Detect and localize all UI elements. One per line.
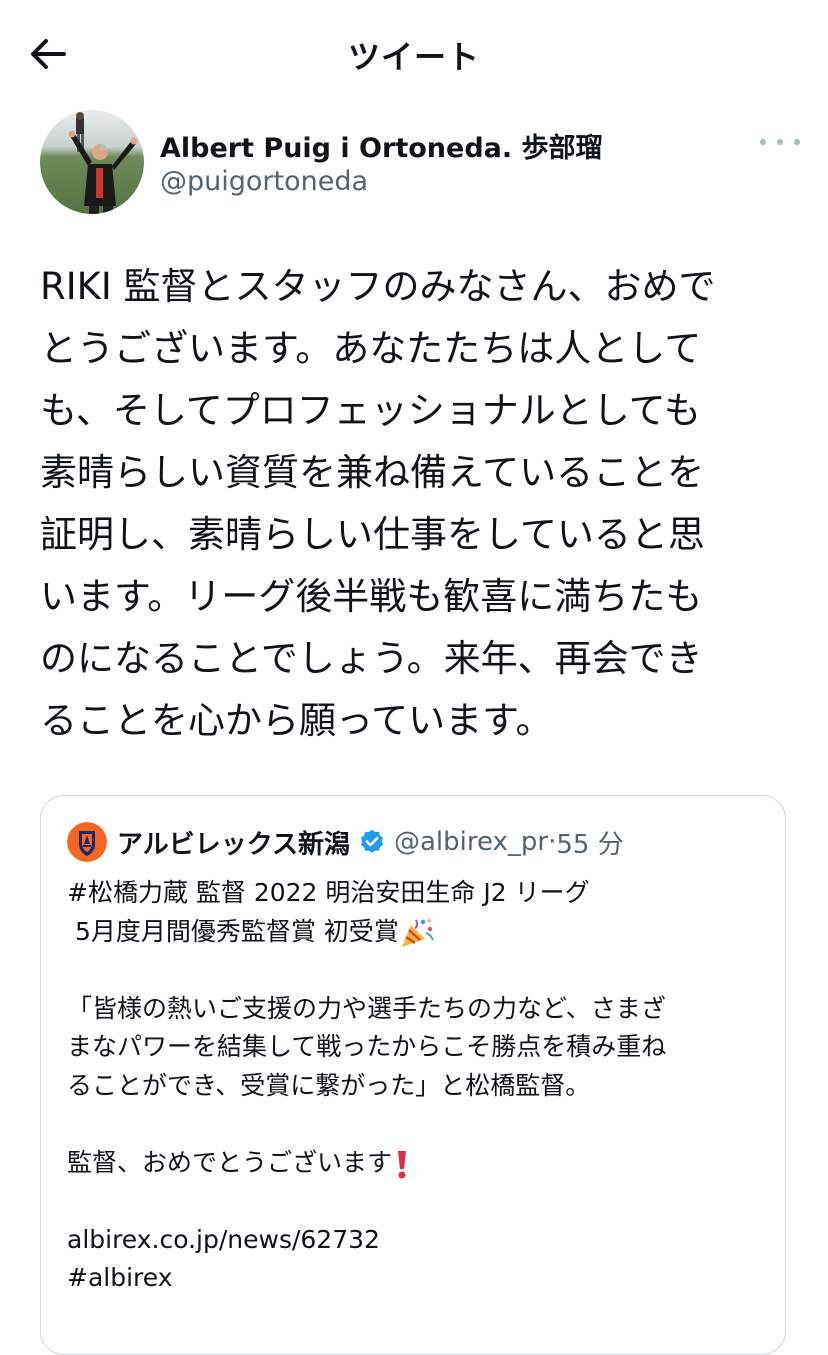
separator-dot: · — [548, 827, 557, 857]
tweet-body: RIKI 監督とスタッフのみなさん、おめで とうございます。あなたたちは人として… — [40, 265, 716, 742]
quoted-paragraph-quote: 「皆様の熱いご支援の力や選手たちの力など、さまざ まなパワーを結集して戦ったから… — [67, 993, 667, 1100]
tweet-author: Albert Puig i Ortoneda. 歩部瑠 @puigortoned… — [40, 110, 800, 214]
page-title: ツイート — [347, 38, 480, 76]
quoted-author-handle[interactable]: @albirex_pr — [394, 827, 548, 857]
party-popper-emoji — [401, 918, 434, 947]
quoted-paragraph-congrats: 監督、おめでとうございます — [67, 1147, 393, 1177]
red-exclamation-emoji — [398, 1150, 407, 1178]
top-bar: ツイート — [0, 0, 828, 104]
albirex-logo-avatar[interactable] — [67, 822, 107, 862]
quoted-tweet-header: アルビレックス新潟 @albirex_pr · 55 分 — [67, 822, 624, 862]
verified-badge-icon — [361, 829, 383, 853]
author-name[interactable]: Albert Puig i Ortoneda. 歩部瑠 — [160, 126, 603, 165]
quoted-hashtag[interactable]: #albirex — [67, 1263, 173, 1292]
quoted-line-award: 5月度月間優秀監督賞 初受賞 — [67, 916, 399, 946]
author-handle[interactable]: @puigortoneda — [160, 166, 368, 197]
quoted-tweet-time[interactable]: 55 分 — [556, 824, 623, 861]
more-options-button[interactable] — [760, 130, 800, 154]
quoted-tweet-card[interactable]: アルビレックス新潟 @albirex_pr · 55 分 #松橋力蔵 監督 20… — [40, 795, 786, 1355]
more-horizontal-icon — [760, 139, 766, 145]
quoted-tweet-body: #松橋力蔵 監督 2022 明治安田生命 J2 リーグ 5月度月間優秀監督賞 初… — [67, 874, 767, 1298]
quoted-author-name[interactable]: アルビレックス新潟 — [117, 824, 350, 861]
quoted-link[interactable]: albirex.co.jp/news/62732 — [67, 1225, 380, 1254]
author-avatar[interactable] — [40, 110, 144, 214]
quoted-line-hashtag[interactable]: #松橋力蔵 監督 2022 明治安田生命 J2 リーグ — [67, 878, 590, 907]
